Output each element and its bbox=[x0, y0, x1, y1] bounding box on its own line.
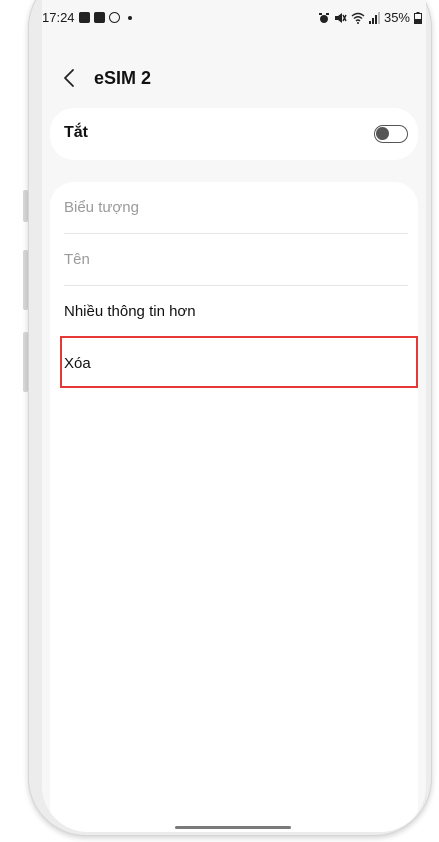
status-right: 35% bbox=[318, 10, 422, 25]
gallery-notification-icon bbox=[78, 12, 90, 23]
status-bar: 17:24 35% bbox=[42, 0, 426, 34]
wifi-icon bbox=[351, 12, 365, 24]
status-left: 17:24 bbox=[42, 10, 132, 25]
settings-list: Biểu tượng Tên Nhiều thông tin hơn Xóa bbox=[50, 182, 418, 832]
page-title: eSIM 2 bbox=[94, 68, 152, 88]
back-button[interactable] bbox=[60, 66, 80, 90]
esim-toggle-row[interactable]: Tắt bbox=[50, 108, 418, 160]
alarm-icon bbox=[318, 12, 329, 23]
battery-icon bbox=[414, 11, 422, 24]
phone-screen: 17:24 35% eSIM 2 Tắt Biểu tượng Tên Nhiề… bbox=[42, 0, 426, 832]
list-item-more-info[interactable]: Nhiều thông tin hơn bbox=[50, 286, 418, 338]
chevron-left-icon bbox=[64, 69, 74, 87]
clock: 17:24 bbox=[42, 10, 75, 25]
app-header: eSIM 2 bbox=[42, 60, 426, 100]
home-indicator[interactable] bbox=[175, 826, 291, 829]
device-screenshot: 17:24 35% eSIM 2 Tắt Biểu tượng Tên Nhiề… bbox=[0, 0, 439, 842]
whatsapp-notification-icon bbox=[108, 12, 120, 23]
list-item-icon: Biểu tượng bbox=[50, 182, 418, 234]
toggle-status-label: Tắt bbox=[64, 124, 88, 141]
list-item-label: Nhiều thông tin hơn bbox=[64, 303, 196, 320]
switch-knob bbox=[376, 127, 389, 140]
battery-percent: 35% bbox=[383, 10, 410, 25]
signal-icon bbox=[368, 11, 380, 24]
esim-switch[interactable] bbox=[374, 125, 408, 143]
mute-icon bbox=[334, 12, 347, 23]
more-notifications-icon bbox=[127, 15, 132, 20]
highlight-box bbox=[60, 336, 418, 388]
list-item-label: Biểu tượng bbox=[64, 199, 139, 216]
list-item-name: Tên bbox=[50, 234, 418, 286]
checkbox-notification-icon bbox=[93, 12, 105, 23]
list-item-label: Tên bbox=[64, 251, 90, 268]
